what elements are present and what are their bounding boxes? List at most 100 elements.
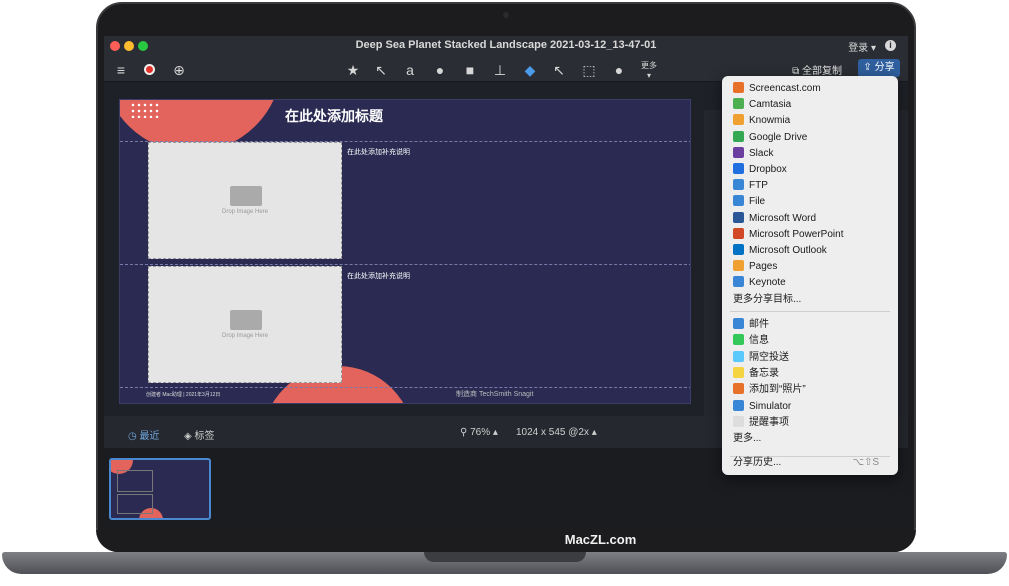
caption[interactable]: 在此处添加补充说明	[347, 147, 410, 157]
laptop-base: MacZL.com	[0, 530, 1009, 586]
move-icon[interactable]: ↖	[550, 61, 568, 79]
recent-tab[interactable]: ◷ 最近	[128, 427, 160, 442]
share-menu-item[interactable]: FTP	[733, 178, 768, 194]
doc-title[interactable]: 在此处添加标题	[285, 106, 383, 126]
record-icon[interactable]	[140, 61, 158, 79]
menu-icon[interactable]: ≡	[112, 61, 130, 79]
share-menu-item[interactable]: Pages	[733, 259, 777, 275]
share-target-icon	[733, 130, 744, 142]
login-label: 登录	[848, 43, 869, 54]
selection-icon[interactable]: ⬚	[580, 61, 598, 79]
share-menu-item[interactable]: 隔空投送	[733, 350, 789, 366]
share-menu-item[interactable]: Microsoft Outlook	[733, 243, 827, 259]
image-dropzone[interactable]: Drop Image Here	[148, 142, 342, 259]
share-menu-item[interactable]: Keynote	[733, 275, 786, 291]
text-icon[interactable]: a	[401, 61, 419, 79]
base-notch	[424, 552, 586, 562]
info-icon[interactable]: i	[885, 40, 896, 51]
share-history-label: 分享历史...	[733, 457, 782, 468]
share-menu-item-label: 提醒事项	[749, 416, 789, 428]
zoom-value: 76%	[470, 427, 491, 438]
share-menu-item[interactable]: Google Drive	[733, 130, 807, 146]
share-menu-item-label: Screencast.com	[749, 83, 821, 94]
dimensions-control[interactable]: 1024 x 545 @2x ▴	[516, 427, 597, 438]
image-icon	[230, 186, 262, 206]
zoom-control[interactable]: ⚲ 76% ▴	[460, 427, 498, 438]
share-menu-item-label: Slack	[749, 147, 774, 159]
share-menu-item-label: File	[749, 196, 766, 208]
share-menu-item-label: Google Drive	[749, 131, 808, 143]
share-menu-item[interactable]: Camtasia	[733, 97, 791, 113]
stamp-icon[interactable]: ⊥	[491, 61, 509, 79]
shape-icon[interactable]: ■	[461, 61, 479, 79]
share-menu-item[interactable]: 信息	[733, 333, 769, 349]
share-button[interactable]: ⇪ 分享	[858, 59, 900, 77]
share-target-icon	[733, 114, 744, 126]
share-menu-item[interactable]: File	[733, 194, 765, 210]
share-history[interactable]: 分享历史... ⌥⇧S	[733, 455, 889, 471]
share-menu-item-label: Keynote	[749, 277, 786, 289]
brand-label: MacZL.com	[564, 532, 637, 547]
share-target-icon	[733, 334, 744, 346]
copy-all-button[interactable]: ⧉ 全部复制	[792, 62, 842, 77]
tags-label: 标签	[194, 431, 215, 442]
share-menu-item-label: 添加到“照片”	[749, 384, 806, 396]
caption[interactable]: 在此处添加补充说明	[347, 271, 410, 281]
more-label: 更多	[641, 61, 657, 70]
share-target-icon	[733, 227, 744, 239]
share-menu-item-label: 邮件	[749, 319, 769, 330]
add-icon[interactable]: ⊕	[170, 61, 188, 79]
share-target-icon	[733, 318, 744, 329]
title-bar: Deep Sea Planet Stacked Landscape 2021-0…	[104, 36, 908, 56]
share-target-icon	[733, 244, 744, 255]
more-share-targets[interactable]: 更多分享目标...	[733, 292, 801, 308]
share-target-icon	[733, 383, 744, 395]
menu-separator	[730, 311, 890, 312]
capture-thumbnail[interactable]	[109, 458, 211, 520]
share-menu-item[interactable]: Screencast.com	[733, 81, 821, 97]
arrow-icon[interactable]: ↖	[372, 61, 390, 79]
star-icon[interactable]: ★	[344, 61, 362, 79]
share-menu-item-label: Microsoft Word	[749, 212, 817, 224]
callout-icon[interactable]: ●	[431, 61, 449, 79]
share-target-icon	[733, 350, 744, 362]
login-menu[interactable]: 登录 ▾	[848, 39, 876, 54]
share-menu-item[interactable]: Simulator	[733, 399, 791, 415]
share-target-icon	[733, 195, 744, 207]
footer-credit: 创建者 Mac助理 | 2021年3月12日	[146, 392, 221, 398]
share-label: 分享	[874, 62, 895, 73]
template-canvas[interactable]: 在此处添加标题 Drop Image Here 在此处添加补充说明 Drop I…	[119, 99, 691, 404]
blur-icon[interactable]: ●	[610, 61, 628, 79]
share-menu-item-label: Microsoft Outlook	[749, 245, 827, 256]
share-target-icon	[733, 146, 744, 158]
share-menu: Screencast.com Camtasia Knowmia Google Driv…	[722, 76, 898, 475]
share-menu-item[interactable]: 备忘录	[733, 366, 779, 382]
guide-line	[120, 387, 690, 388]
dropzone-label: Drop Image Here	[221, 333, 269, 339]
share-menu-item[interactable]: Dropbox	[733, 162, 787, 178]
share-target-icon	[733, 415, 744, 427]
recent-label: 最近	[139, 431, 160, 442]
share-menu-item[interactable]: Knowmia	[733, 113, 790, 129]
share-menu-item-label: Pages	[749, 261, 778, 273]
fill-icon[interactable]: ◆	[521, 61, 539, 79]
share-menu-item-label: Knowmia	[749, 115, 791, 127]
guide-line	[120, 264, 690, 265]
share-menu-item[interactable]: 提醒事项	[733, 415, 789, 431]
share-target-icon	[733, 276, 744, 288]
share-menu-item[interactable]: Microsoft Word	[733, 211, 816, 227]
more-items[interactable]: 更多...	[733, 431, 761, 447]
image-dropzone[interactable]: Drop Image Here	[148, 266, 342, 383]
decor-dots	[130, 102, 160, 118]
share-menu-item[interactable]: Slack	[733, 146, 773, 162]
share-target-icon	[733, 366, 744, 378]
more-tools[interactable]: 更多 ▾	[640, 61, 658, 80]
tags-tab[interactable]: ◈ 标签	[184, 427, 214, 442]
share-menu-item[interactable]: 邮件	[733, 317, 769, 333]
window-title: Deep Sea Planet Stacked Landscape 2021-0…	[355, 39, 657, 51]
share-menu-item-label: FTP	[749, 180, 768, 192]
footer-maker: 制造商 TechSmith Snagit	[456, 391, 534, 398]
share-menu-item-label: Simulator	[749, 400, 792, 412]
share-menu-item[interactable]: 添加到“照片”	[733, 382, 806, 398]
share-menu-item[interactable]: Microsoft PowerPoint	[733, 227, 843, 243]
